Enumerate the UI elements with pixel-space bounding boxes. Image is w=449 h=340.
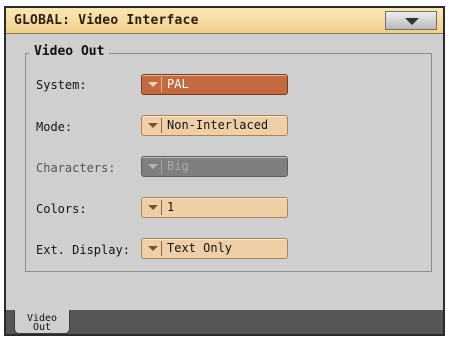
tab-strip — [6, 310, 443, 334]
page-title-bar: GLOBAL: Video Interface — [6, 8, 443, 34]
mode-value: Non-Interlaced — [167, 118, 269, 132]
colors-dropdown[interactable]: 1 — [141, 197, 288, 218]
characters-dropdown: Big — [141, 156, 288, 177]
dropdown-arrow-icon[interactable] — [145, 77, 162, 92]
dropdown-arrow-icon[interactable] — [145, 200, 162, 215]
triangle-down-icon — [405, 18, 419, 25]
mode-dropdown[interactable]: Non-Interlaced — [141, 115, 288, 136]
colors-label: Colors: — [36, 202, 87, 216]
dropdown-arrow-icon — [145, 159, 162, 174]
page-title: GLOBAL: Video Interface — [14, 13, 199, 28]
tab-video-out[interactable]: Video Out — [14, 310, 70, 334]
dropdown-arrow-icon[interactable] — [145, 241, 162, 256]
characters-label: Characters: — [36, 161, 116, 175]
system-dropdown[interactable]: PAL — [141, 74, 288, 95]
characters-value: Big — [167, 159, 189, 173]
ext-display-label: Ext. Display: — [36, 243, 130, 257]
mode-label: Mode: — [36, 120, 73, 134]
global-video-interface-page: GLOBAL: Video Interface Video Out System… — [4, 6, 445, 336]
system-value: PAL — [167, 77, 189, 91]
ext-display-dropdown[interactable]: Text Only — [141, 238, 288, 259]
page-menu-button[interactable] — [385, 11, 437, 30]
group-title: Video Out — [29, 44, 110, 59]
system-label: System: — [36, 78, 87, 92]
dropdown-arrow-icon[interactable] — [145, 118, 162, 133]
colors-value: 1 — [167, 200, 175, 214]
tab-label-line2: Out — [32, 322, 52, 333]
ext-display-value: Text Only — [167, 241, 233, 255]
